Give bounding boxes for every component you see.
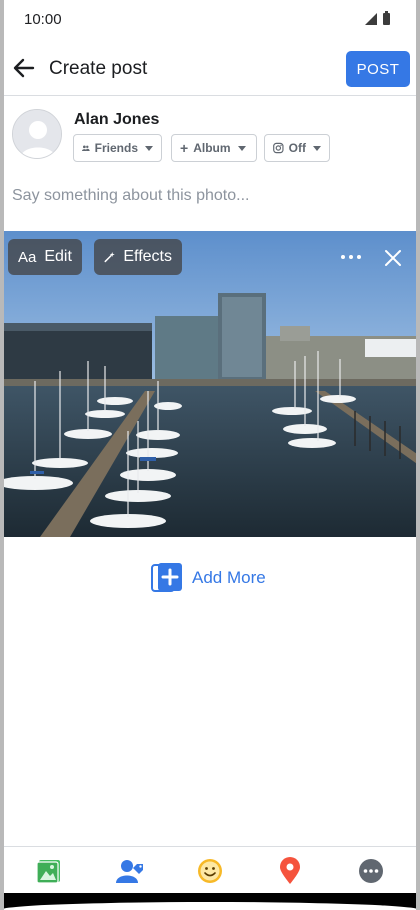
navigation-bar xyxy=(0,893,420,910)
caret-down-icon xyxy=(237,145,246,151)
battery-icon xyxy=(383,11,390,25)
magic-wand-icon xyxy=(104,251,115,263)
back-button[interactable] xyxy=(10,54,38,82)
feeling-icon xyxy=(198,859,222,883)
photo-video-icon xyxy=(36,860,60,884)
add-more-button[interactable]: Add More xyxy=(150,560,266,596)
feeling-activity-button[interactable] xyxy=(196,857,224,885)
photo-video-button[interactable] xyxy=(35,857,63,885)
app-bar: Create post POST xyxy=(0,40,420,96)
add-photo-icon xyxy=(151,563,182,592)
audience-label: Friends xyxy=(94,141,138,155)
more-icon[interactable] xyxy=(338,251,364,263)
plus-icon: + xyxy=(180,140,189,156)
tag-people-icon xyxy=(116,860,143,883)
author-name: Alan Jones xyxy=(74,111,160,128)
text-edit-icon: Aa xyxy=(18,248,37,266)
close-icon[interactable] xyxy=(380,245,406,271)
arrow-left-icon xyxy=(13,58,35,78)
more-options-icon xyxy=(359,859,383,883)
album-label: Album xyxy=(193,141,231,155)
friends-icon xyxy=(82,145,90,151)
caret-down-icon xyxy=(145,145,153,151)
page-title: Create post xyxy=(49,58,148,79)
edit-label: Edit xyxy=(44,248,72,265)
status-bar: 10:00 xyxy=(0,0,420,40)
album-selector[interactable]: + Album xyxy=(171,134,257,162)
default-avatar-icon xyxy=(13,110,61,158)
caption-input[interactable] xyxy=(12,185,402,207)
check-in-icon xyxy=(280,857,300,884)
instagram-share-toggle[interactable]: Off xyxy=(264,134,330,162)
effects-label: Effects xyxy=(123,248,172,265)
bottom-toolbar xyxy=(0,846,420,893)
audience-selector[interactable]: Friends xyxy=(73,134,162,162)
tag-people-button[interactable] xyxy=(116,857,144,885)
instagram-label: Off xyxy=(288,141,306,155)
signal-icon xyxy=(365,13,377,25)
add-more-label: Add More xyxy=(192,568,266,587)
check-in-button[interactable] xyxy=(276,857,304,885)
instagram-icon xyxy=(273,142,284,154)
harbor-photo-image xyxy=(0,231,420,537)
status-icons xyxy=(365,11,390,25)
attached-photo[interactable]: Aa Edit Effects xyxy=(0,231,420,537)
more-options-button[interactable] xyxy=(357,857,385,885)
effects-button[interactable]: Effects xyxy=(94,239,182,275)
caret-down-icon xyxy=(313,145,321,151)
avatar xyxy=(12,109,62,159)
post-button[interactable]: POST xyxy=(346,51,410,87)
edit-photo-button[interactable]: Aa Edit xyxy=(8,239,82,275)
status-time: 10:00 xyxy=(24,11,62,28)
